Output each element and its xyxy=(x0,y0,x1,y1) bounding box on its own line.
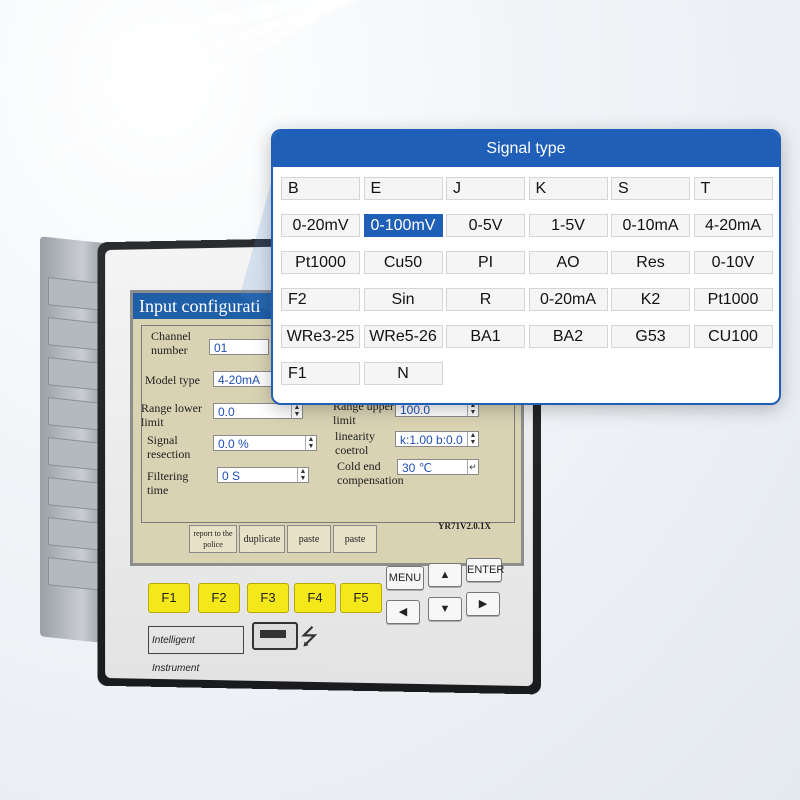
range-lower-field[interactable]: 0.0 ▲ ▼ xyxy=(213,403,303,419)
filtering-time-field[interactable]: 0 S ▲ ▼ xyxy=(217,467,309,483)
signal-resection-field[interactable]: 0.0 % ▲ ▼ xyxy=(213,435,317,451)
tab-duplicate[interactable]: duplicate xyxy=(239,525,285,553)
popup-title: Signal type xyxy=(273,131,779,167)
f5-key[interactable]: F5 xyxy=(340,583,382,613)
signal-option[interactable]: K2 xyxy=(611,288,690,311)
signal-option[interactable]: 1-5V xyxy=(528,214,608,237)
spin-arrows-icon[interactable]: ▲ ▼ xyxy=(297,468,308,482)
signal-resection-label: Signal resection xyxy=(147,433,191,461)
signal-option[interactable]: S xyxy=(611,177,690,200)
model-type-label: Model type xyxy=(145,373,200,387)
brand-label: Intelligent Instrument xyxy=(148,626,244,674)
left-arrow-key[interactable]: ◀ xyxy=(386,600,420,624)
housing-rib xyxy=(48,277,100,311)
signal-option[interactable]: 4-20mA xyxy=(693,214,773,237)
signal-option[interactable]: R xyxy=(446,288,525,311)
signal-option[interactable]: CU100 xyxy=(693,325,773,348)
firmware-version: YR71V2.0.1X xyxy=(438,521,491,531)
signal-option[interactable]: 0-20mV xyxy=(281,214,360,237)
signal-option[interactable]: Pt1000 xyxy=(281,251,360,274)
housing-rib xyxy=(48,517,100,551)
housing-rib xyxy=(48,317,100,351)
housing-rib xyxy=(48,437,100,471)
signal-option[interactable]: F2 xyxy=(281,288,360,311)
menu-key[interactable]: MENU xyxy=(386,566,424,590)
signal-option[interactable]: BA2 xyxy=(528,325,608,348)
housing-rib xyxy=(48,477,100,511)
signal-option[interactable]: PI xyxy=(446,251,525,274)
signal-option[interactable]: WRe3-25 xyxy=(281,325,360,348)
enter-key[interactable]: ENTER xyxy=(466,558,504,582)
cold-end-field[interactable]: 30 ℃ ↵ xyxy=(397,459,479,475)
signal-option[interactable]: G53 xyxy=(611,325,690,348)
linearity-label: linearity coetrol xyxy=(335,429,375,457)
signal-option[interactable]: E xyxy=(363,177,443,200)
range-lower-label: Range lower limit xyxy=(141,401,202,429)
signal-option[interactable]: K xyxy=(528,177,608,200)
tab-paste-2[interactable]: paste xyxy=(333,525,377,553)
f3-key[interactable]: F3 xyxy=(247,583,289,613)
up-arrow-key[interactable]: ▲ xyxy=(428,563,462,587)
signal-option[interactable]: 0-10mA xyxy=(611,214,690,237)
signal-option[interactable]: J xyxy=(446,177,525,200)
linearity-field[interactable]: k:1.00 b:0.0 ▲ ▼ xyxy=(395,431,479,447)
housing-rib xyxy=(48,397,100,431)
usb-port[interactable] xyxy=(252,622,298,650)
f2-key[interactable]: F2 xyxy=(198,583,240,613)
signal-option[interactable]: Cu50 xyxy=(363,251,443,274)
signal-option[interactable]: T xyxy=(693,177,773,200)
signal-option[interactable]: 0-10V xyxy=(693,251,773,274)
usb-icon: ⭍ xyxy=(300,624,319,649)
f4-key[interactable]: F4 xyxy=(294,583,336,613)
signal-option[interactable]: 0-20mA xyxy=(528,288,608,311)
spin-arrows-icon[interactable]: ▲ ▼ xyxy=(467,432,478,446)
channel-label: Channel number xyxy=(151,329,191,357)
signal-type-popup: Signal type B E J K S T 0-20mV 0-100mV 0-5V 1-5V 0… xyxy=(271,129,781,405)
signal-option[interactable]: BA1 xyxy=(446,325,525,348)
spin-arrows-icon[interactable]: ▲ ▼ xyxy=(305,436,316,450)
model-type-field[interactable]: 4-20mA xyxy=(213,371,273,387)
signal-option[interactable]: 0-5V xyxy=(446,214,525,237)
signal-option[interactable]: N xyxy=(363,362,443,385)
signal-option[interactable]: Sin xyxy=(363,288,443,311)
housing-rib xyxy=(48,557,100,591)
down-arrow-key[interactable]: ▼ xyxy=(428,597,462,621)
tab-paste[interactable]: paste xyxy=(287,525,331,553)
signal-option[interactable]: WRe5-26 xyxy=(363,325,443,348)
housing-rib xyxy=(48,357,100,391)
cold-end-label: Cold end compensation xyxy=(337,459,404,487)
light-ray xyxy=(0,0,688,74)
signal-option[interactable]: 0-100mV xyxy=(363,214,443,237)
right-arrow-key[interactable]: ▶ xyxy=(466,592,500,616)
signal-option[interactable]: Res xyxy=(611,251,690,274)
spin-arrows-icon[interactable]: ▲ ▼ xyxy=(291,404,302,418)
tab-report-to-police[interactable]: report to the police xyxy=(189,525,237,553)
signal-option[interactable]: F1 xyxy=(281,362,360,385)
filtering-time-label: Filtering time xyxy=(147,469,189,497)
signal-option[interactable]: Pt1000 xyxy=(693,288,773,311)
enter-key-icon[interactable]: ↵ xyxy=(467,460,478,474)
signal-option[interactable]: B xyxy=(281,177,360,200)
f1-key[interactable]: F1 xyxy=(148,583,190,613)
signal-option[interactable]: AO xyxy=(528,251,608,274)
channel-field[interactable]: 01 xyxy=(209,339,269,355)
